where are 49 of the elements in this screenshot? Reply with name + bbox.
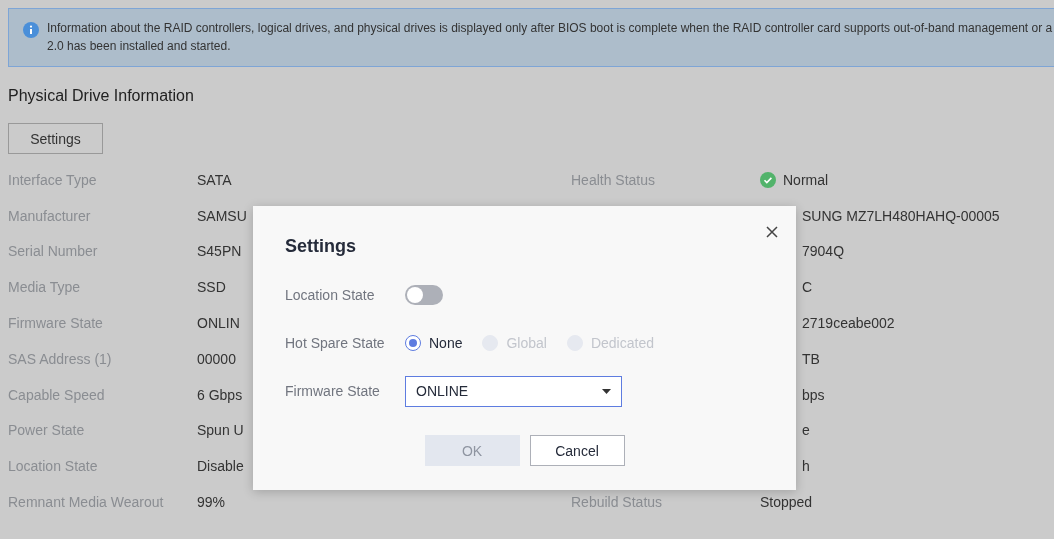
field-label: Rebuild Status	[571, 494, 663, 511]
field-label: Manufacturer	[8, 207, 91, 224]
dropdown-field[interactable]: ONLINE	[405, 375, 622, 407]
check-icon	[760, 171, 776, 188]
close-icon	[766, 226, 778, 238]
field-value: 00000	[197, 350, 236, 367]
field-value: 7904Q	[802, 243, 845, 260]
section-title: Physical Drive Information	[8, 87, 195, 105]
field-label: Media Type	[8, 279, 81, 296]
field-label: Power State	[8, 422, 85, 439]
field-label: Hot Spare State	[285, 335, 386, 351]
field-value: S45PN	[197, 243, 242, 260]
caret-icon	[602, 388, 611, 394]
settings-button[interactable]: Settings	[8, 123, 103, 154]
field-value: 99%	[197, 494, 226, 511]
field-label: Location State	[285, 287, 376, 303]
field-value: SAMSU	[197, 207, 247, 224]
field-value: Spun U	[197, 422, 244, 439]
field-label: Interface Type	[8, 171, 97, 188]
field-value: Disable	[197, 458, 244, 475]
field-value: 2719ceabe002	[802, 315, 895, 332]
field-value: SUNG MZ7LH480HAHQ-00005	[802, 207, 1000, 224]
field-label: SAS Address (1)	[8, 350, 112, 367]
dialog-button[interactable]: Cancel	[529, 435, 625, 466]
toggle-switch[interactable]	[405, 285, 443, 305]
field-value: C	[802, 279, 813, 296]
status-text: Normal	[783, 171, 829, 188]
close-button[interactable]	[766, 226, 778, 238]
field-value: SSD	[197, 279, 226, 296]
field-value: ONLIN	[197, 315, 240, 332]
radio-label: None	[429, 335, 463, 351]
field-label: Firmware State	[8, 315, 103, 332]
info-message: Information about the RAID controllers, logical drives, and physical drives is displayed only after BIOS boot is complete when the RAID controller card supports out-of-band management or a 2.0 has been installed and started.	[47, 20, 1053, 55]
field-value: 6 Gbps	[197, 386, 243, 403]
field-label: Remnant Media Wearout	[8, 494, 164, 511]
field-value: e	[802, 422, 810, 439]
field-label: Firmware State	[285, 383, 381, 399]
field-value: SATA	[197, 171, 232, 188]
radio-button[interactable]	[405, 335, 421, 351]
field-value: bps	[802, 386, 825, 403]
field-value: h	[802, 458, 810, 475]
dialog-title: Settings	[285, 236, 357, 257]
field-label: Serial Number	[8, 243, 98, 260]
field-label: Capable Speed	[8, 386, 105, 403]
field-label: Location State	[8, 458, 98, 475]
field-value: TB	[802, 350, 820, 367]
info-icon	[23, 22, 39, 38]
field-value: Stopped	[760, 494, 813, 511]
field-label: Health Status	[571, 171, 656, 188]
